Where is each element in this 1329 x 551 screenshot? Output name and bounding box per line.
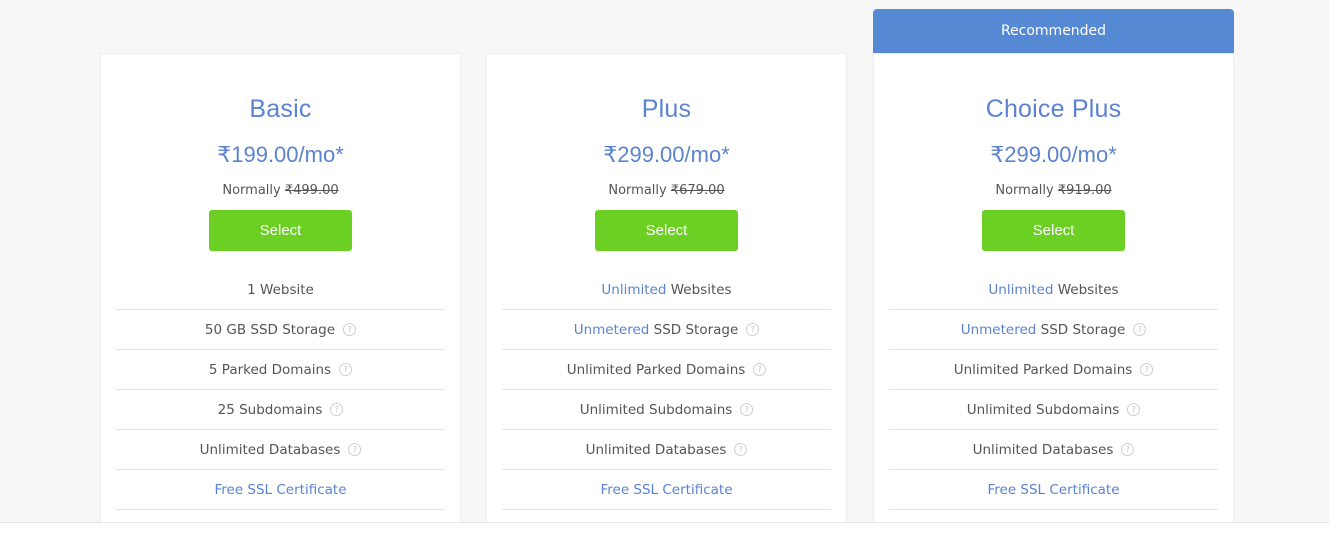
feature-link[interactable]: Free SSL Certificate bbox=[600, 482, 732, 498]
normally-label: Normally bbox=[222, 183, 281, 198]
feature-text: Unlimited Databases bbox=[199, 442, 341, 458]
feature-item: 5 Parked Domains? bbox=[116, 350, 445, 390]
help-icon[interactable]: ? bbox=[1140, 362, 1154, 376]
feature-item: 50 GB SSD Storage? bbox=[116, 310, 445, 350]
feature-highlight: Unmetered bbox=[573, 322, 650, 338]
feature-text: SSD Storage bbox=[1036, 322, 1126, 338]
plan-price: ₹299.00/mo* bbox=[603, 142, 730, 167]
normal-price: ₹679.00 bbox=[670, 183, 725, 198]
plan-card-plus: Plus ₹299.00/mo* Normally ₹679.00 Select Unl… bbox=[486, 53, 847, 523]
plan-name: Plus bbox=[641, 95, 692, 123]
feature-text: Unlimited Parked Domains bbox=[566, 362, 746, 378]
page-bottom-bar bbox=[0, 522, 1329, 551]
feature-item: Unmetered SSD Storage? bbox=[889, 310, 1218, 350]
feature-item[interactable]: Free SSL Certificate bbox=[889, 470, 1218, 510]
normally-label: Normally bbox=[995, 183, 1054, 198]
help-icon[interactable]: ? bbox=[746, 322, 760, 336]
help-icon[interactable]: ? bbox=[753, 362, 767, 376]
help-icon[interactable]: ? bbox=[330, 402, 344, 416]
normal-price-line: Normally ₹679.00 bbox=[487, 182, 846, 200]
feature-item: Unlimited Databases? bbox=[116, 430, 445, 470]
normal-price-line: Normally ₹499.00 bbox=[101, 182, 460, 200]
feature-text: SSD Storage bbox=[649, 322, 739, 338]
feature-text: 1 Website bbox=[247, 282, 314, 298]
feature-item: Unlimited Websites bbox=[889, 270, 1218, 310]
feature-text: 50 GB SSD Storage bbox=[204, 322, 336, 338]
recommended-badge: Recommended bbox=[873, 9, 1234, 53]
feature-list: 1 Website 50 GB SSD Storage? 5 Parked Doma… bbox=[116, 270, 445, 510]
plan-price: ₹199.00/mo* bbox=[217, 142, 344, 167]
feature-item[interactable]: Free SSL Certificate bbox=[116, 470, 445, 510]
feature-text: Unlimited Parked Domains bbox=[953, 362, 1133, 378]
feature-highlight: Unmetered bbox=[960, 322, 1037, 338]
feature-link[interactable]: Free SSL Certificate bbox=[987, 482, 1119, 498]
feature-highlight: Unlimited bbox=[988, 282, 1054, 298]
plan-card-basic: Basic ₹199.00/mo* Normally ₹499.00 Select 1 … bbox=[100, 53, 461, 523]
normal-price: ₹919.00 bbox=[1057, 183, 1112, 198]
feature-item: Unlimited Subdomains? bbox=[502, 390, 831, 430]
feature-list: Unlimited Websites Unmetered SSD Storage?… bbox=[889, 270, 1218, 510]
feature-item: Unlimited Websites bbox=[502, 270, 831, 310]
help-icon[interactable]: ? bbox=[1121, 442, 1135, 456]
feature-text: Unlimited Subdomains bbox=[966, 402, 1120, 418]
feature-highlight: Unlimited bbox=[601, 282, 667, 298]
feature-item: 25 Subdomains? bbox=[116, 390, 445, 430]
select-choice-plus-button[interactable]: Select bbox=[982, 210, 1125, 251]
feature-item: Unlimited Parked Domains? bbox=[502, 350, 831, 390]
feature-text: Unlimited Databases bbox=[585, 442, 727, 458]
feature-item: Unlimited Databases? bbox=[889, 430, 1218, 470]
feature-item: Unmetered SSD Storage? bbox=[502, 310, 831, 350]
feature-item: 1 Website bbox=[116, 270, 445, 310]
normally-label: Normally bbox=[608, 183, 667, 198]
feature-text: Unlimited Databases bbox=[972, 442, 1114, 458]
select-plus-button[interactable]: Select bbox=[595, 210, 738, 251]
help-icon[interactable]: ? bbox=[348, 442, 362, 456]
help-icon[interactable]: ? bbox=[339, 362, 353, 376]
feature-list: Unlimited Websites Unmetered SSD Storage?… bbox=[502, 270, 831, 510]
feature-text: Unlimited Subdomains bbox=[579, 402, 733, 418]
plan-name: Choice Plus bbox=[985, 95, 1122, 123]
normal-price-line: Normally ₹919.00 bbox=[874, 182, 1233, 200]
help-icon[interactable]: ? bbox=[1127, 402, 1141, 416]
help-icon[interactable]: ? bbox=[343, 322, 357, 336]
feature-text: 25 Subdomains bbox=[217, 402, 323, 418]
normal-price: ₹499.00 bbox=[284, 183, 339, 198]
feature-link[interactable]: Free SSL Certificate bbox=[214, 482, 346, 498]
select-basic-button[interactable]: Select bbox=[209, 210, 352, 251]
feature-item: Unlimited Databases? bbox=[502, 430, 831, 470]
feature-item[interactable]: Free SSL Certificate bbox=[502, 470, 831, 510]
feature-text: Websites bbox=[1053, 282, 1119, 298]
plan-card-choice-plus: Choice Plus ₹299.00/mo* Normally ₹919.00 Se… bbox=[873, 53, 1234, 523]
plan-name: Basic bbox=[249, 95, 312, 123]
feature-item: Unlimited Subdomains? bbox=[889, 390, 1218, 430]
plan-price: ₹299.00/mo* bbox=[990, 142, 1117, 167]
feature-text: 5 Parked Domains bbox=[208, 362, 332, 378]
help-icon[interactable]: ? bbox=[734, 442, 748, 456]
feature-item: Unlimited Parked Domains? bbox=[889, 350, 1218, 390]
help-icon[interactable]: ? bbox=[1133, 322, 1147, 336]
feature-text: Websites bbox=[666, 282, 732, 298]
help-icon[interactable]: ? bbox=[740, 402, 754, 416]
